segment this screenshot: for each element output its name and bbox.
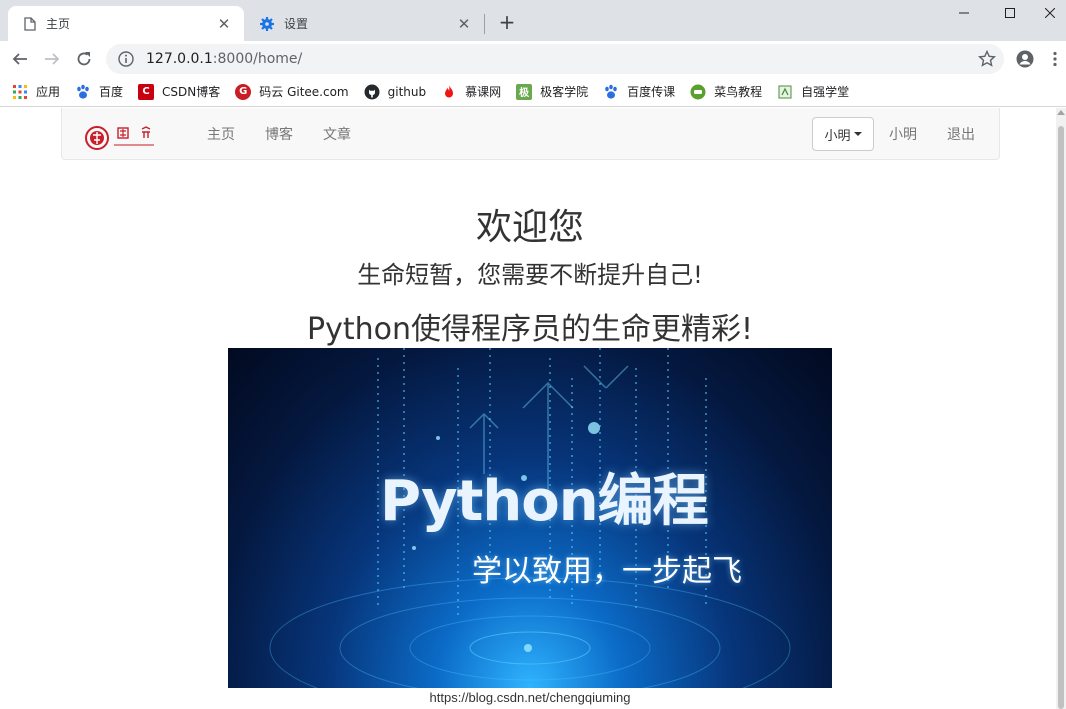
tab-settings[interactable]: 设置 ✕	[244, 6, 484, 41]
site-info-icon[interactable]	[118, 51, 134, 67]
bookmark-label: 百度传课	[627, 85, 676, 99]
maximize-button[interactable]	[987, 0, 1033, 26]
nav-user-link[interactable]: 小明	[889, 124, 917, 144]
nav-home-link[interactable]: 主页	[207, 124, 235, 144]
runoob-icon	[690, 84, 706, 99]
forward-arrow-icon	[45, 53, 60, 65]
tab-separator	[484, 14, 485, 34]
page-scrollbar[interactable]	[1056, 108, 1066, 709]
gitee-icon: G	[235, 83, 252, 100]
apps-grid-icon	[13, 84, 27, 99]
ziqiang-icon	[778, 85, 792, 98]
bookmark-csdn[interactable]: C CSDN博客	[138, 83, 220, 100]
user-dropdown-label: 小明	[824, 128, 851, 144]
baidu-paw-icon	[77, 84, 89, 99]
menu-button[interactable]	[1044, 45, 1066, 73]
python-banner-image: Python编程 学以致用，一步起飞	[228, 348, 832, 688]
url-host: 127.0.0.1	[146, 51, 213, 67]
tab-strip: 主页 ✕ 设置 ✕ +	[0, 0, 1066, 41]
scrollbar-thumb[interactable]	[1058, 126, 1064, 709]
jikexueyuan-icon: 极	[516, 83, 533, 100]
bookmark-star-icon[interactable]	[978, 50, 996, 68]
profile-button[interactable]	[1011, 45, 1039, 73]
baidu-paw-icon	[605, 84, 617, 99]
back-button[interactable]	[6, 45, 34, 73]
imooc-flame-icon	[445, 84, 454, 97]
close-tab-icon[interactable]: ✕	[456, 15, 472, 33]
bookmark-runoob[interactable]: 菜鸟教程	[690, 83, 762, 100]
csdn-icon: C	[138, 83, 155, 100]
bookmarks-bar: 应用 百度 C CSDN博客 G 码云 Gitee.com github 慕课网…	[0, 77, 1066, 107]
minimize-button[interactable]	[941, 0, 987, 26]
bookmark-label: 应用	[36, 85, 61, 99]
user-dropdown-button[interactable]: 小明	[812, 117, 874, 151]
bookmark-jikexueyuan[interactable]: 极 极客学院	[516, 83, 588, 100]
site-logo[interactable]	[84, 122, 164, 154]
reload-button[interactable]	[70, 45, 98, 73]
bookmark-baidu[interactable]: 百度	[75, 83, 123, 100]
bookmark-gitee[interactable]: G 码云 Gitee.com	[235, 83, 349, 100]
github-icon	[364, 84, 380, 99]
welcome-line-1: 生命短暂，您需要不断提升自己!	[357, 261, 703, 289]
page-icon	[24, 16, 36, 31]
settings-gear-icon	[260, 16, 274, 31]
tab-home-title: 主页	[46, 17, 71, 31]
nav-blog-link[interactable]: 博客	[265, 124, 293, 144]
forward-button[interactable]	[38, 45, 66, 73]
minimize-icon	[959, 12, 969, 14]
image-caption: https://blog.csdn.net/chengqiuming	[429, 690, 631, 705]
address-bar[interactable]: 127.0.0.1:8000/home/	[106, 44, 1004, 74]
bookmark-label: 极客学院	[540, 85, 589, 99]
nav-articles-link[interactable]: 文章	[323, 124, 351, 144]
bookmark-github[interactable]: github	[364, 84, 426, 100]
close-tab-icon[interactable]: ✕	[216, 15, 232, 33]
back-arrow-icon	[12, 53, 27, 65]
bookmark-label: 菜鸟教程	[714, 85, 763, 99]
close-icon	[1044, 8, 1055, 18]
bookmark-label: 自强学堂	[801, 85, 850, 99]
bookmark-baidu-chuanke[interactable]: 百度传课	[603, 83, 675, 100]
maximize-icon	[1005, 8, 1015, 18]
url-path: :8000/home/	[212, 51, 303, 67]
more-vert-icon	[1053, 51, 1057, 67]
bookmark-label: CSDN博客	[162, 85, 221, 99]
account-circle-icon	[1016, 50, 1034, 68]
welcome-heading: 欢迎您	[475, 207, 584, 248]
bookmark-ziqiang[interactable]: 自强学堂	[777, 83, 849, 100]
bookmark-label: 码云 Gitee.com	[259, 85, 349, 99]
site-navbar: 主页 博客 文章 小明 小明 退出	[61, 108, 1000, 160]
reload-icon	[77, 52, 91, 66]
caret-down-icon	[853, 132, 862, 136]
bookmark-apps[interactable]: 应用	[12, 83, 60, 100]
welcome-line-2: Python使得程序员的生命更精彩!	[306, 312, 753, 347]
tab-settings-title: 设置	[284, 17, 309, 31]
scroll-up-arrow-icon[interactable]	[1057, 110, 1065, 115]
close-window-button[interactable]	[1033, 0, 1066, 26]
banner-subtitle: 学以致用，一步起飞	[472, 554, 742, 589]
bookmark-label: 慕课网	[465, 85, 502, 99]
tab-home[interactable]: 主页 ✕	[8, 6, 244, 41]
nav-logout-link[interactable]: 退出	[947, 124, 975, 144]
new-tab-button[interactable]: +	[496, 10, 518, 34]
bookmark-imooc[interactable]: 慕课网	[441, 83, 501, 100]
bookmark-label: 百度	[99, 85, 124, 99]
browser-toolbar: 127.0.0.1:8000/home/	[0, 41, 1066, 77]
bookmark-label: github	[387, 84, 427, 99]
page-viewport: 主页 博客 文章 小明 小明 退出 欢迎您 生命短暂，您需要不断提升自己! Py…	[0, 108, 1066, 709]
banner-title: Python编程	[380, 469, 709, 534]
